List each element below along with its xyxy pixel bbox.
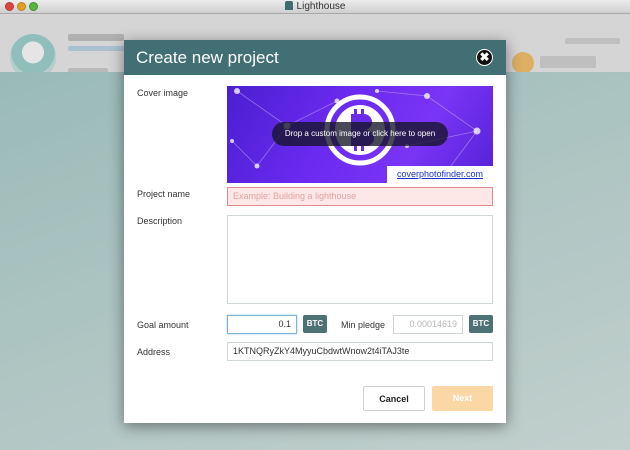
window-titlebar: Lighthouse: [0, 0, 630, 14]
dialog-header: Create new project ✖: [124, 40, 506, 75]
cover-credit-link[interactable]: coverphotofinder.com: [387, 166, 493, 183]
goal-amount-input[interactable]: 0.1: [227, 315, 297, 334]
address-label: Address: [137, 347, 171, 357]
next-button[interactable]: Next: [432, 386, 493, 411]
min-pledge-placeholder: 0.00014619: [409, 319, 457, 329]
lighthouse-app-icon: [284, 1, 293, 10]
cover-image-label: Cover image: [137, 88, 189, 98]
close-icon[interactable]: ✖: [476, 49, 493, 66]
description-label: Description: [137, 216, 183, 226]
address-input[interactable]: 1KTNQRyZkY4MyyuCbdwtWnow2t4iTAJ3te: [227, 342, 493, 361]
description-textarea[interactable]: [227, 215, 493, 304]
project-name-label: Project name: [137, 189, 191, 199]
min-currency-button[interactable]: BTC: [469, 315, 493, 333]
min-pledge-label: Min pledge: [341, 320, 386, 330]
cover-image-dropzone[interactable]: Drop a custom image or click here to ope…: [227, 86, 493, 183]
cancel-button[interactable]: Cancel: [363, 386, 425, 411]
min-pledge-input[interactable]: 0.00014619: [393, 315, 463, 334]
create-project-dialog: Create new project ✖ Cover image Drop a …: [124, 40, 506, 423]
project-name-placeholder: Example: Building a lighthouse: [233, 191, 357, 201]
window-title: Lighthouse: [0, 1, 630, 12]
dialog-title: Create new project: [136, 48, 279, 67]
goal-currency-button[interactable]: BTC: [303, 315, 327, 333]
project-name-input[interactable]: Example: Building a lighthouse: [227, 187, 493, 206]
cover-drop-hint: Drop a custom image or click here to ope…: [272, 122, 448, 146]
goal-amount-label: Goal amount: [137, 320, 189, 330]
